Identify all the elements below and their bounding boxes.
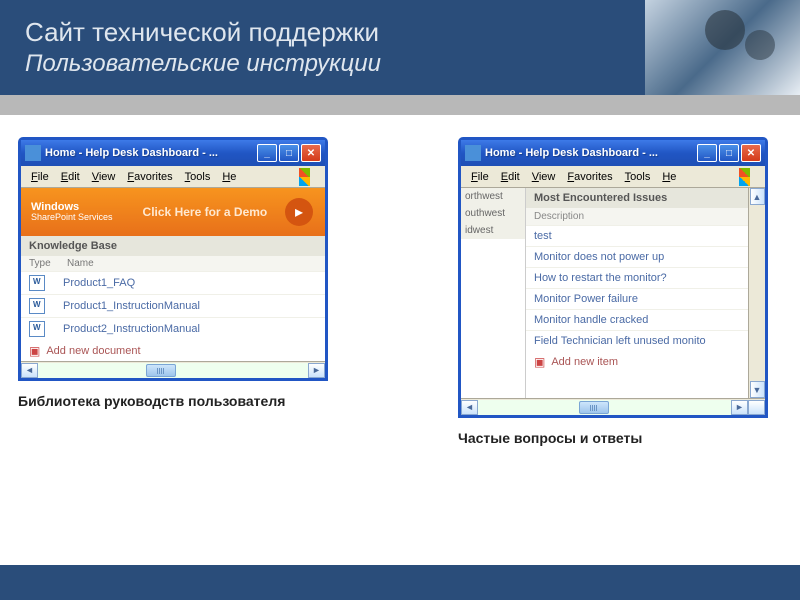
horizontal-scrollbar[interactable]: ◄ ► (461, 398, 765, 415)
document-list: Product1_FAQ Product1_InstructionManual … (21, 271, 325, 340)
scroll-right-button[interactable]: ► (731, 400, 748, 415)
slide-title: Сайт технической поддержки (25, 17, 381, 48)
issue-item[interactable]: Monitor handle cracked (526, 309, 748, 330)
issues-panel-title: Most Encountered Issues (526, 188, 748, 208)
word-doc-icon (29, 321, 45, 337)
scroll-down-button[interactable]: ▼ (750, 381, 765, 398)
doc-name: Product1_InstructionManual (63, 300, 200, 312)
caption-1: Библиотека руководств пользователя (18, 393, 328, 409)
banner-text: Click Here for a Demo (143, 205, 268, 219)
minimize-button[interactable]: _ (697, 144, 717, 162)
app-icon (25, 145, 41, 161)
menu-help[interactable]: He (216, 169, 242, 185)
maximize-button[interactable]: □ (279, 144, 299, 162)
doc-name: Product2_InstructionManual (63, 323, 200, 335)
screenshot-window-1: Home - Help Desk Dashboard - ... _ □ ✕ F… (18, 137, 328, 446)
close-button[interactable]: ✕ (741, 144, 761, 162)
app-icon (465, 145, 481, 161)
menu-favorites[interactable]: Favorites (121, 169, 178, 185)
kb-panel-title: Knowledge Base (21, 236, 325, 256)
region-item[interactable]: orthwest (461, 188, 525, 205)
sharepoint-logo: Windows SharePoint Services (31, 202, 113, 222)
menu-edit[interactable]: Edit (495, 169, 526, 185)
add-item-link[interactable]: ▣ Add new item (526, 351, 748, 373)
scroll-left-button[interactable]: ◄ (21, 363, 38, 378)
maximize-button[interactable]: □ (719, 144, 739, 162)
menubar: File Edit View Favorites Tools He (21, 166, 325, 188)
word-doc-icon (29, 275, 45, 291)
divider-bar (0, 95, 800, 115)
column-headers: Type Name (21, 256, 325, 271)
scroll-up-button[interactable]: ▲ (750, 188, 765, 205)
doc-name: Product1_FAQ (63, 277, 135, 289)
menu-edit[interactable]: Edit (55, 169, 86, 185)
issue-item[interactable]: Monitor does not power up (526, 246, 748, 267)
word-doc-icon (29, 298, 45, 314)
scrollbar-corner (748, 400, 765, 415)
description-header[interactable]: Description (526, 208, 748, 225)
add-label: Add new item (551, 356, 618, 368)
menu-help[interactable]: He (656, 169, 682, 185)
menu-tools[interactable]: Tools (179, 169, 217, 185)
slide-subtitle: Пользовательские инструкции (25, 50, 381, 78)
scroll-thumb[interactable] (579, 401, 609, 414)
scroll-thumb[interactable] (146, 364, 176, 377)
add-label: Add new document (46, 345, 140, 357)
issue-item[interactable]: Monitor Power failure (526, 288, 748, 309)
menu-favorites[interactable]: Favorites (561, 169, 618, 185)
screenshot-window-2: Home - Help Desk Dashboard - ... _ □ ✕ F… (458, 137, 768, 446)
vertical-scrollbar[interactable]: ▲ ▼ (748, 188, 765, 398)
issue-item[interactable]: Field Technician left unused monito (526, 330, 748, 351)
windows-logo-icon (299, 168, 321, 186)
scroll-track[interactable] (38, 363, 308, 378)
menu-view[interactable]: View (86, 169, 122, 185)
footer-bar (0, 565, 800, 600)
horizontal-scrollbar[interactable]: ◄ ► (21, 361, 325, 378)
region-item[interactable]: outhwest (461, 205, 525, 222)
issue-item[interactable]: test (526, 225, 748, 246)
caption-2: Частые вопросы и ответы (458, 430, 768, 446)
scroll-left-button[interactable]: ◄ (461, 400, 478, 415)
scroll-track[interactable] (478, 400, 731, 415)
menu-tools[interactable]: Tools (619, 169, 657, 185)
issue-item[interactable]: How to restart the monitor? (526, 267, 748, 288)
close-button[interactable]: ✕ (301, 144, 321, 162)
window-title: Home - Help Desk Dashboard - ... (45, 147, 257, 159)
play-icon: ▸ (285, 198, 313, 226)
region-item[interactable]: idwest (461, 222, 525, 239)
add-document-link[interactable]: ▣ Add new document (21, 340, 325, 361)
demo-banner[interactable]: Windows SharePoint Services Click Here f… (21, 188, 325, 236)
windows-logo-icon (739, 168, 761, 186)
list-item[interactable]: Product2_InstructionManual (21, 317, 325, 340)
menu-file[interactable]: File (465, 169, 495, 185)
titlebar[interactable]: Home - Help Desk Dashboard - ... _ □ ✕ (21, 140, 325, 166)
region-sidebar-fragment: orthwest outhwest idwest (461, 188, 525, 239)
menu-file[interactable]: File (25, 169, 55, 185)
list-item[interactable]: Product1_FAQ (21, 271, 325, 294)
add-icon: ▣ (534, 355, 545, 369)
titlebar[interactable]: Home - Help Desk Dashboard - ... _ □ ✕ (461, 140, 765, 166)
window-title: Home - Help Desk Dashboard - ... (485, 147, 697, 159)
list-item[interactable]: Product1_InstructionManual (21, 294, 325, 317)
minimize-button[interactable]: _ (257, 144, 277, 162)
col-type[interactable]: Type (29, 258, 67, 269)
scroll-right-button[interactable]: ► (308, 363, 325, 378)
header-decorative-image (645, 0, 800, 95)
menu-view[interactable]: View (526, 169, 562, 185)
slide-header: Сайт технической поддержки Пользовательс… (0, 0, 800, 95)
col-name[interactable]: Name (67, 258, 317, 269)
menubar: File Edit View Favorites Tools He (461, 166, 765, 188)
add-icon: ▣ (29, 344, 40, 358)
